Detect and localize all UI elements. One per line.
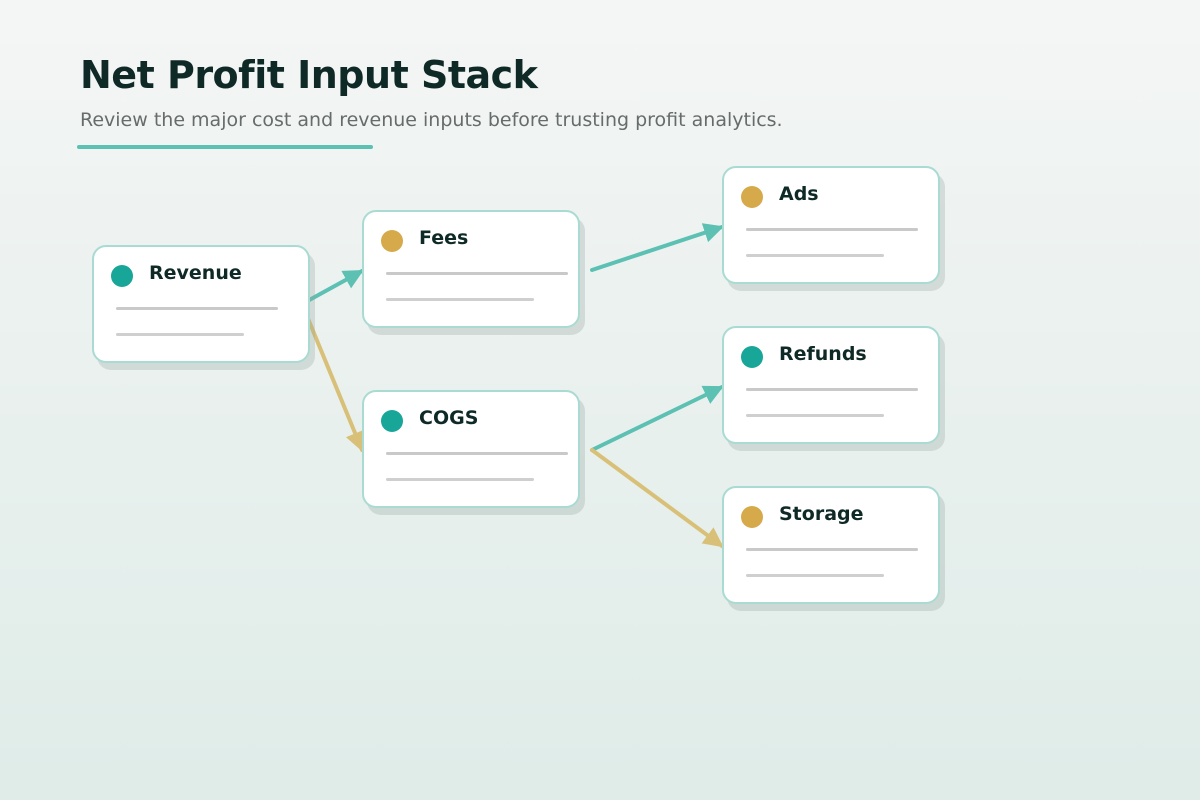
placeholder-line [746, 548, 918, 551]
node-refunds[interactable]: Refunds [722, 326, 940, 444]
placeholder-line [746, 254, 884, 257]
node-label: Storage [779, 503, 864, 525]
placeholder-line [746, 228, 918, 231]
status-dot-icon [741, 506, 763, 528]
placeholder-line [386, 478, 534, 481]
placeholder-line [116, 307, 278, 310]
node-revenue[interactable]: Revenue [92, 245, 310, 363]
placeholder-line [746, 414, 884, 417]
node-label: Ads [779, 183, 819, 205]
edge-revenue-cogs [300, 302, 365, 452]
status-dot-icon [381, 230, 403, 252]
node-fees[interactable]: Fees [362, 210, 580, 328]
status-dot-icon [111, 265, 133, 287]
placeholder-line [386, 298, 534, 301]
node-label: COGS [419, 407, 479, 429]
edge-cogs-refunds [590, 385, 724, 452]
placeholder-line [116, 333, 244, 336]
edge-cogs-storage [590, 448, 724, 548]
node-cogs[interactable]: COGS [362, 390, 580, 508]
edge-fees-ads [590, 223, 724, 272]
placeholder-line [386, 272, 568, 275]
node-ads[interactable]: Ads [722, 166, 940, 284]
status-dot-icon [741, 186, 763, 208]
node-label: Revenue [149, 262, 242, 284]
node-label: Refunds [779, 343, 867, 365]
placeholder-line [746, 574, 884, 577]
status-dot-icon [741, 346, 763, 368]
placeholder-line [746, 388, 918, 391]
status-dot-icon [381, 410, 403, 432]
node-storage[interactable]: Storage [722, 486, 940, 604]
edge-revenue-fees [300, 269, 364, 306]
edge-layer [300, 223, 724, 548]
placeholder-line [386, 452, 568, 455]
node-label: Fees [419, 227, 469, 249]
